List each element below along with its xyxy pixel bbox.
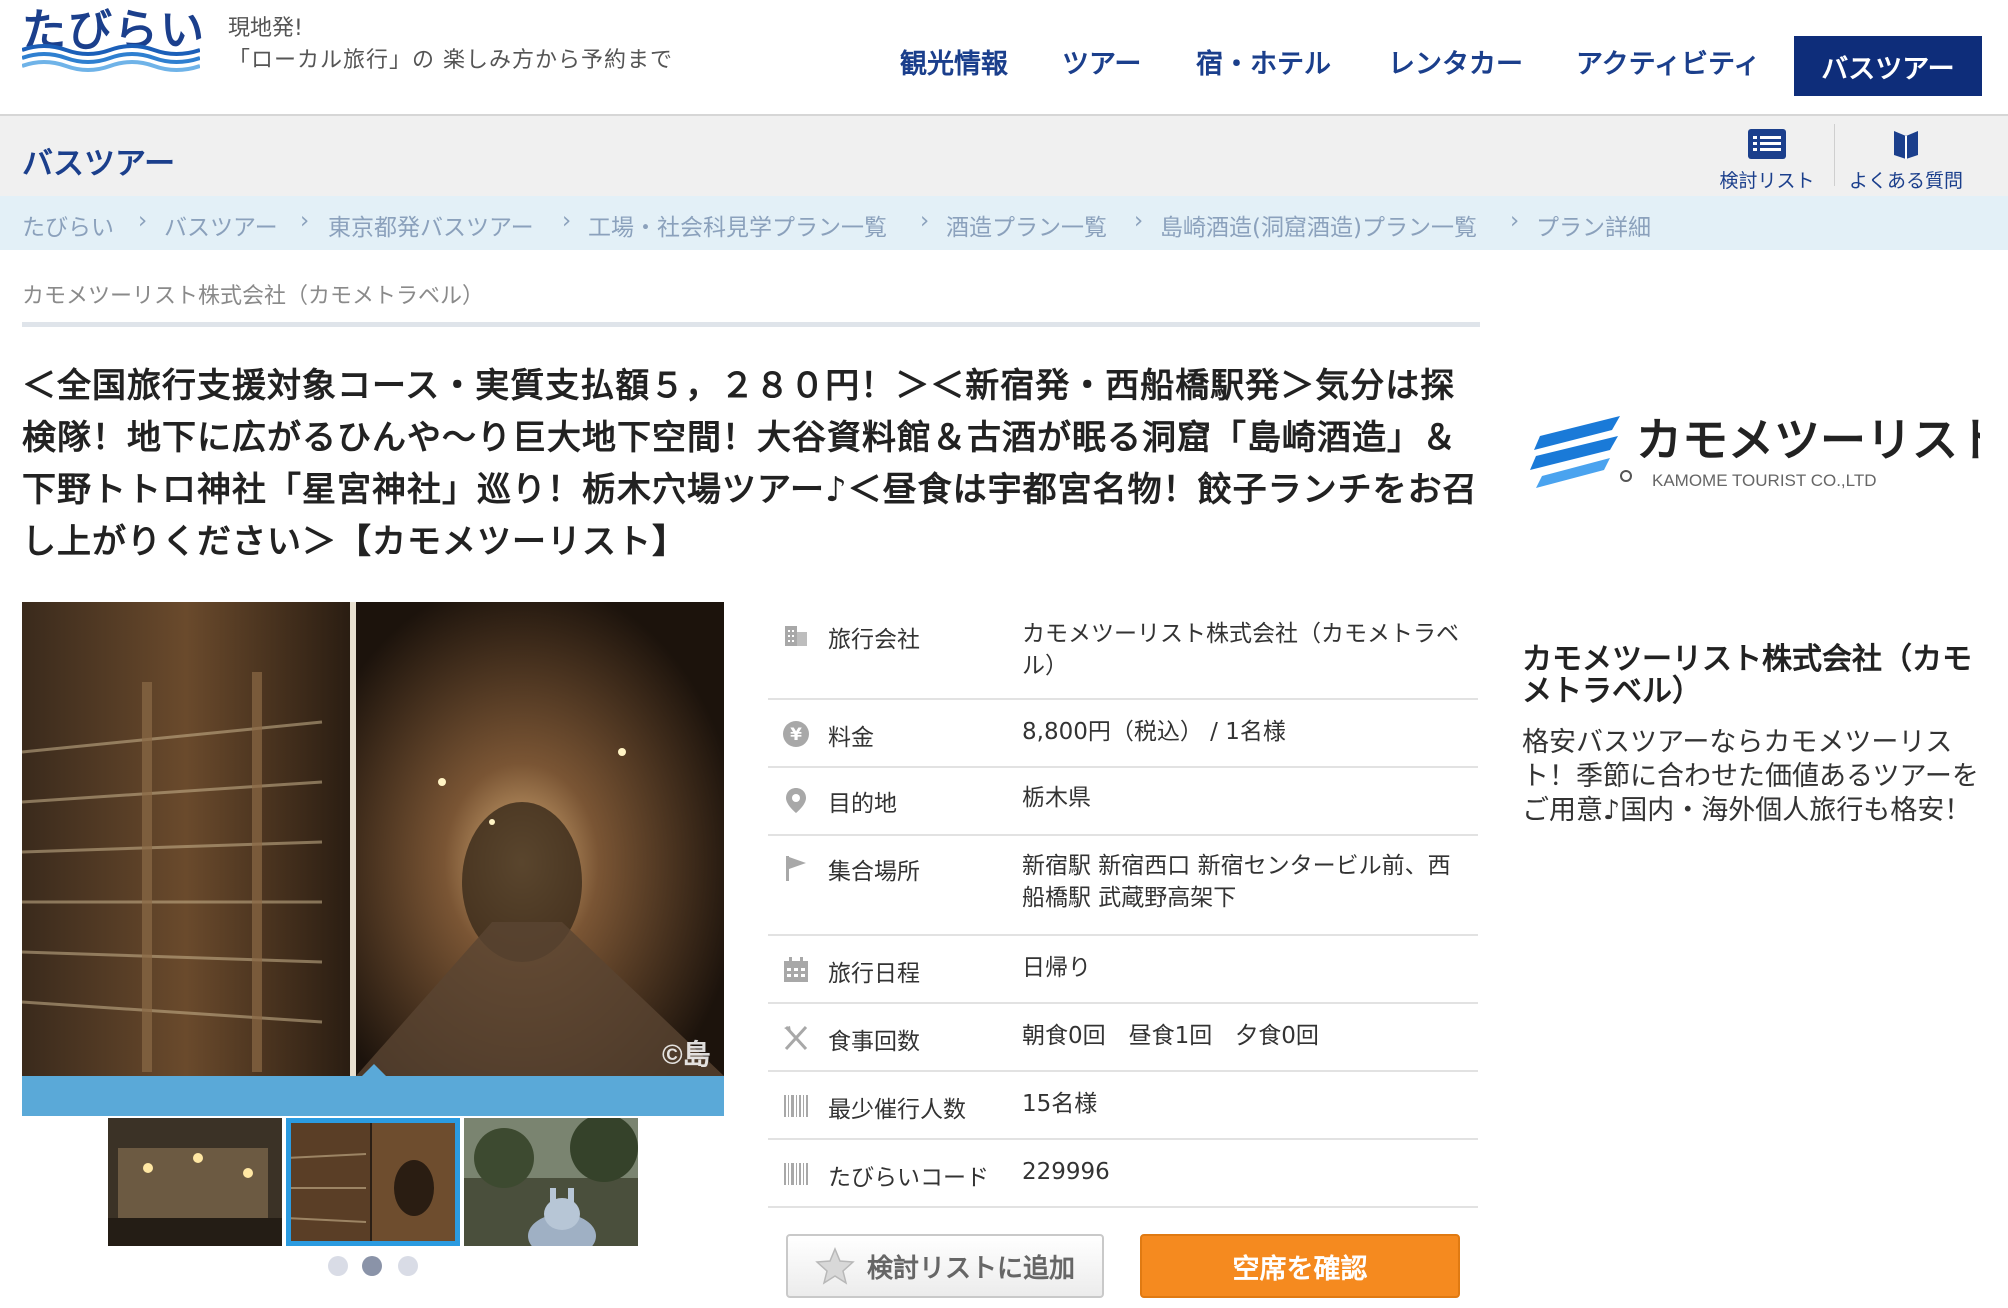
detail-row-meeting-point: 集合場所 新宿駅 新宿西口 新宿センタービル前、西船橋駅 武蔵野高架下 [768, 836, 1478, 936]
nav-activities[interactable]: アクティビティ [1576, 42, 1760, 81]
svg-text:¥: ¥ [790, 725, 802, 745]
company-name: カモメツーリスト株式会社（カモメトラベル） [1522, 642, 1972, 709]
detail-value: 8,800円（税込） / 1名様 [1022, 719, 1286, 745]
site-header: たびらい 現地発! 「ローカル旅行」の 楽しみ方から予約まで 観光情報 ツアー … [0, 0, 2008, 116]
saved-list-label: 検討リスト [1719, 170, 1815, 192]
nav-bus-tours[interactable]: バスツアー [1794, 36, 1982, 96]
fork-knife-icon [784, 1025, 808, 1051]
photo-watermark: ©島 [662, 1039, 711, 1070]
logo-waves-icon [22, 44, 200, 72]
util-divider [1834, 124, 1835, 186]
barcode-icon [784, 1095, 808, 1117]
detail-value: 15名様 [1022, 1091, 1098, 1117]
book-icon [1894, 131, 1918, 159]
nav-hotels[interactable]: 宿・ホテル [1196, 42, 1331, 81]
detail-label: 最少催行人数 [828, 1097, 966, 1123]
company-logo-subtext: KAMOME TOURIST CO.,LTD [1652, 471, 1877, 490]
faq-link[interactable]: よくある質問 [1844, 124, 1968, 193]
gallery-thumbnail[interactable] [464, 1118, 638, 1246]
detail-row-min-participants: 最少催行人数 15名様 [768, 1072, 1478, 1140]
detail-label: 食事回数 [828, 1029, 920, 1055]
cave-cellar-photo: ©島 [22, 602, 724, 1076]
photo-caption-strip [22, 1076, 724, 1116]
detail-label: 集合場所 [828, 859, 920, 885]
breadcrumb-item[interactable]: 酒造プラン一覧 [946, 208, 1107, 242]
detail-value: 朝食0回 昼食1回 夕食0回 [1022, 1023, 1319, 1049]
detail-value: 229996 [1022, 1159, 1110, 1185]
faq-label: よくある質問 [1848, 170, 1963, 192]
tour-company-label: カモメツーリスト株式会社（カモメトラベル） [22, 284, 485, 309]
breadcrumb-item[interactable]: たびらい [22, 208, 114, 242]
detail-row-destination: 目的地 栃木県 [768, 768, 1478, 836]
gallery-thumbnail-selected[interactable] [286, 1118, 460, 1246]
gallery-thumbnail[interactable] [108, 1118, 282, 1246]
section-title: バスツアー [22, 146, 176, 182]
company-description: 格安バスツアーならカモメツーリスト！季節に合わせた価値あるツアーをご用意♪国内・… [1522, 727, 1979, 826]
carousel-dot[interactable] [328, 1256, 348, 1276]
detail-label: 目的地 [828, 791, 897, 817]
detail-row-price: ¥ 料金 8,800円（税込） / 1名様 [768, 700, 1478, 768]
star-icon [815, 1247, 855, 1285]
yen-icon: ¥ [783, 721, 809, 747]
detail-value: カモメツーリスト株式会社（カモメトラベル） [1022, 621, 1459, 679]
chevron-right-icon: › [1510, 208, 1520, 234]
add-to-list-button[interactable]: 検討リストに追加 [786, 1234, 1104, 1298]
company-logo: カモメツーリスト KAMOME TOURIST CO.,LTD [1520, 396, 2004, 506]
detail-label: たびらいコード [828, 1165, 989, 1191]
detail-label: 旅行日程 [828, 961, 920, 987]
saved-list-link[interactable]: 検討リスト [1710, 124, 1824, 193]
tagline-line2: 「ローカル旅行」の 楽しみ方から予約まで [228, 48, 673, 73]
detail-value: 栃木県 [1022, 785, 1091, 811]
barcode-icon [784, 1163, 808, 1185]
shrine-statue-photo-thumb [464, 1118, 638, 1246]
breadcrumb-current: プラン詳細 [1536, 215, 1651, 241]
company-logo-text: カモメツーリスト [1636, 413, 1980, 467]
breadcrumb-item[interactable]: 東京都発バスツアー [328, 208, 534, 242]
chevron-right-icon: › [300, 208, 310, 234]
cave-cellar-photo-thumb [286, 1118, 460, 1246]
chevron-right-icon: › [138, 208, 148, 234]
section-bar: バスツアー 検討リスト よくある質問 [0, 116, 2008, 196]
breadcrumb-item[interactable]: バスツアー [164, 208, 278, 242]
chevron-right-icon: › [920, 208, 930, 234]
detail-row-tabirai-code: たびらいコード 229996 [768, 1140, 1478, 1208]
site-logo[interactable]: たびらい [22, 0, 204, 80]
check-availability-button[interactable]: 空席を確認 [1140, 1234, 1460, 1298]
nav-tours[interactable]: ツアー [1062, 42, 1141, 81]
map-pin-icon [786, 788, 806, 813]
breadcrumb-item[interactable]: 島崎酒造(洞窟酒造)プラン一覧 [1160, 208, 1477, 242]
detail-label: 料金 [828, 725, 874, 751]
carousel-dot-active[interactable] [362, 1256, 382, 1276]
page-title: ＜全国旅行支援対象コース・実質支払額５，２８０円！＞＜新宿発・西船橋駅発＞気分は… [22, 366, 1478, 562]
divider [22, 322, 1480, 327]
quarry-photo-thumb [108, 1118, 282, 1246]
nav-rentacar[interactable]: レンタカー [1388, 42, 1523, 81]
detail-row-meals: 食事回数 朝食0回 昼食1回 夕食0回 [768, 1004, 1478, 1072]
nav-sightseeing[interactable]: 観光情報 [900, 42, 1008, 81]
breadcrumb: たびらい › バスツアー › 東京都発バスツアー › 工場・社会科見学プラン一覧… [0, 196, 2008, 250]
detail-row-company: 旅行会社 カモメツーリスト株式会社（カモメトラベル） [768, 604, 1478, 700]
chevron-right-icon: › [562, 208, 572, 234]
list-icon [1748, 129, 1786, 159]
detail-value: 日帰り [1022, 955, 1091, 981]
carousel-dot[interactable] [398, 1256, 418, 1276]
caret-up-icon [362, 1064, 386, 1076]
main-photo[interactable]: ©島 [22, 602, 724, 1076]
kamome-gull-logo-icon: カモメツーリスト KAMOME TOURIST CO.,LTD [1530, 413, 2004, 490]
flag-icon [786, 856, 806, 881]
add-to-list-label: 検討リストに追加 [866, 1252, 1075, 1283]
detail-value: 新宿駅 新宿西口 新宿センタービル前、西船橋駅 武蔵野高架下 [1022, 853, 1451, 911]
chevron-right-icon: › [1134, 208, 1144, 234]
breadcrumb-item[interactable]: 工場・社会科見学プラン一覧 [588, 208, 887, 242]
calendar-icon [784, 957, 808, 982]
tagline-line1: 現地発! [228, 16, 303, 41]
detail-label: 旅行会社 [828, 627, 920, 653]
building-icon [785, 626, 807, 646]
detail-row-schedule: 旅行日程 日帰り [768, 936, 1478, 1004]
